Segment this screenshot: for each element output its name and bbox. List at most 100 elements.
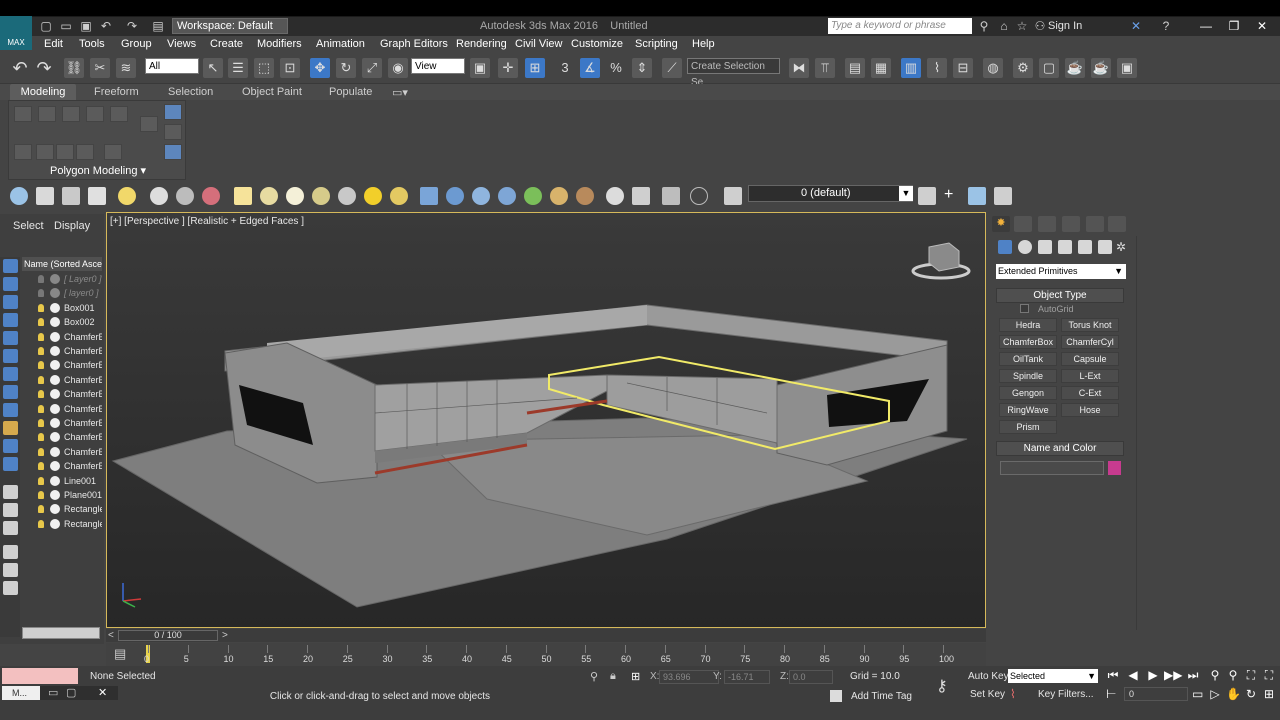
find-icon[interactable]: [3, 563, 18, 577]
swift-loop-icon[interactable]: [140, 116, 158, 132]
pivot-center-icon[interactable]: ▣: [470, 58, 490, 78]
create-teapot-icon[interactable]: [312, 187, 330, 205]
create-hose-button[interactable]: Hose: [1061, 403, 1119, 417]
list-item[interactable]: Box002: [22, 316, 102, 330]
autogrid-checkbox[interactable]: [1020, 304, 1029, 313]
list-item[interactable]: Box001: [22, 302, 102, 316]
redo-icon[interactable]: ↷: [34, 58, 54, 78]
vertex-mode-icon[interactable]: [14, 106, 32, 122]
schematic-view-icon[interactable]: ⊟: [953, 58, 973, 78]
visibility-icon[interactable]: [50, 374, 60, 385]
spinner-snap-icon[interactable]: ⇕: [632, 58, 652, 78]
layer-dropdown-arrow-icon[interactable]: ▼: [899, 186, 913, 201]
layer-explorer-icon[interactable]: ▤: [845, 58, 865, 78]
help-circle-icon[interactable]: [690, 187, 708, 205]
maxscript-listener[interactable]: [2, 668, 78, 684]
go-to-end-icon[interactable]: ⏭: [1186, 668, 1200, 682]
subscription-icon[interactable]: ⌂: [996, 18, 1012, 34]
render-online-icon[interactable]: ▣: [1117, 58, 1137, 78]
add-to-layer-icon[interactable]: +: [944, 186, 953, 204]
geometry-category-icon[interactable]: [998, 240, 1012, 254]
display-frozen-filter-icon[interactable]: [3, 457, 18, 471]
list-item[interactable]: Line001: [22, 475, 102, 489]
layer-dropdown[interactable]: 0 (default): [748, 185, 913, 202]
visibility-icon[interactable]: [50, 288, 60, 299]
menu-help[interactable]: Help: [692, 38, 715, 50]
display-groups-filter-icon[interactable]: [3, 385, 18, 399]
time-tag-icon[interactable]: [830, 690, 842, 702]
light-bulb-icon[interactable]: [38, 347, 44, 355]
named-selection-dropdown[interactable]: Create Selection Se: [687, 58, 780, 88]
window-crossing-icon[interactable]: ⊡: [280, 58, 300, 78]
material-sphere-icon[interactable]: [606, 187, 624, 205]
sheet-icon[interactable]: [632, 187, 650, 205]
display-geometry-icon[interactable]: [150, 187, 168, 205]
menu-create[interactable]: Create: [210, 38, 243, 50]
selection-filter-dropdown[interactable]: All: [145, 58, 199, 74]
render-iterative-icon[interactable]: ☕: [1091, 58, 1111, 78]
exchange-icon[interactable]: ✕: [1128, 18, 1144, 34]
create-cone-icon[interactable]: [338, 187, 356, 205]
list-item[interactable]: ChamferBox001: [22, 331, 102, 345]
display-cameras-filter-icon[interactable]: [3, 331, 18, 345]
default-in-out-tangent-icon[interactable]: ⌇: [1010, 687, 1016, 701]
light-bulb-icon[interactable]: [38, 275, 44, 283]
nurms-icon[interactable]: [164, 124, 182, 140]
modify-tab-icon[interactable]: [1014, 216, 1032, 232]
light-bulb-icon[interactable]: [38, 519, 44, 528]
create-hedra-button[interactable]: Hedra: [999, 318, 1057, 332]
space-warps-category-icon[interactable]: [1098, 240, 1112, 254]
foliage-icon[interactable]: [524, 187, 542, 205]
move-tool-icon[interactable]: ✥: [310, 58, 330, 78]
user-icon[interactable]: ⚇: [1032, 18, 1048, 34]
visibility-icon[interactable]: [50, 346, 60, 356]
create-chamfercyl-button[interactable]: ChamferCyl: [1061, 335, 1119, 349]
systems-category-icon[interactable]: ✲: [1116, 240, 1128, 254]
place-tool-icon[interactable]: ◉: [388, 58, 408, 78]
sort-icon[interactable]: [3, 581, 18, 595]
light-bulb-icon[interactable]: [38, 390, 44, 399]
display-hidden-filter-icon[interactable]: [3, 485, 18, 499]
new-file-icon[interactable]: ▢: [38, 18, 54, 34]
select-by-name-icon[interactable]: ☰: [228, 58, 248, 78]
visibility-icon[interactable]: [50, 504, 60, 515]
select-manipulate-icon[interactable]: ✛: [498, 58, 518, 78]
explorer-icon[interactable]: [10, 187, 28, 205]
cameras-category-icon[interactable]: [1058, 240, 1072, 254]
scale-tool-icon[interactable]: ⤢: [362, 58, 382, 78]
ribbon-options-icon[interactable]: ▭▾: [392, 86, 408, 99]
list-item[interactable]: Plane001: [22, 489, 102, 503]
keyboard-shortcut-override-icon[interactable]: ⊞: [525, 58, 545, 78]
bone-icon[interactable]: [472, 187, 490, 205]
visibility-icon[interactable]: [50, 389, 60, 400]
create-c-ext-button[interactable]: C-Ext: [1061, 386, 1119, 400]
measure-icon[interactable]: [662, 187, 680, 205]
create-tab-icon[interactable]: ✸: [992, 216, 1010, 232]
light-bulb-icon[interactable]: [38, 419, 44, 427]
previous-modifier-icon[interactable]: [36, 144, 54, 160]
orbit-icon[interactable]: ↻: [1244, 687, 1258, 701]
visibility-icon[interactable]: [50, 403, 60, 414]
explorer-display-menu[interactable]: Display: [54, 220, 90, 232]
angle-snap-icon[interactable]: ∡: [580, 58, 600, 78]
tab-object-paint[interactable]: Object Paint: [242, 86, 302, 98]
menu-views[interactable]: Views: [167, 38, 196, 50]
restore-icon[interactable]: ❐: [1226, 18, 1242, 34]
create-sphere-icon[interactable]: [260, 187, 278, 205]
mini-curve-editor-icon[interactable]: ▤: [114, 646, 132, 662]
display-bones-filter-icon[interactable]: [3, 421, 18, 435]
project-folder-icon[interactable]: ▤: [150, 18, 166, 34]
create-l-ext-button[interactable]: L-Ext: [1061, 369, 1119, 383]
particle-icon[interactable]: [498, 187, 516, 205]
absolute-mode-icon[interactable]: ⊞: [631, 670, 640, 683]
element-mode-icon[interactable]: [110, 106, 128, 122]
percent-snap-icon[interactable]: %: [606, 58, 626, 78]
selection-lock-icon[interactable]: ⚲: [590, 670, 598, 683]
create-sun-icon[interactable]: [364, 187, 382, 205]
filter-funnel-icon[interactable]: [3, 545, 18, 559]
mini-restore-icon[interactable]: ▭: [48, 686, 58, 699]
menu-rendering[interactable]: Rendering: [456, 38, 507, 50]
select-object-icon[interactable]: ↖: [203, 58, 223, 78]
next-frame-icon[interactable]: ▶▶: [1164, 668, 1182, 682]
hair-fur-icon[interactable]: [550, 187, 568, 205]
